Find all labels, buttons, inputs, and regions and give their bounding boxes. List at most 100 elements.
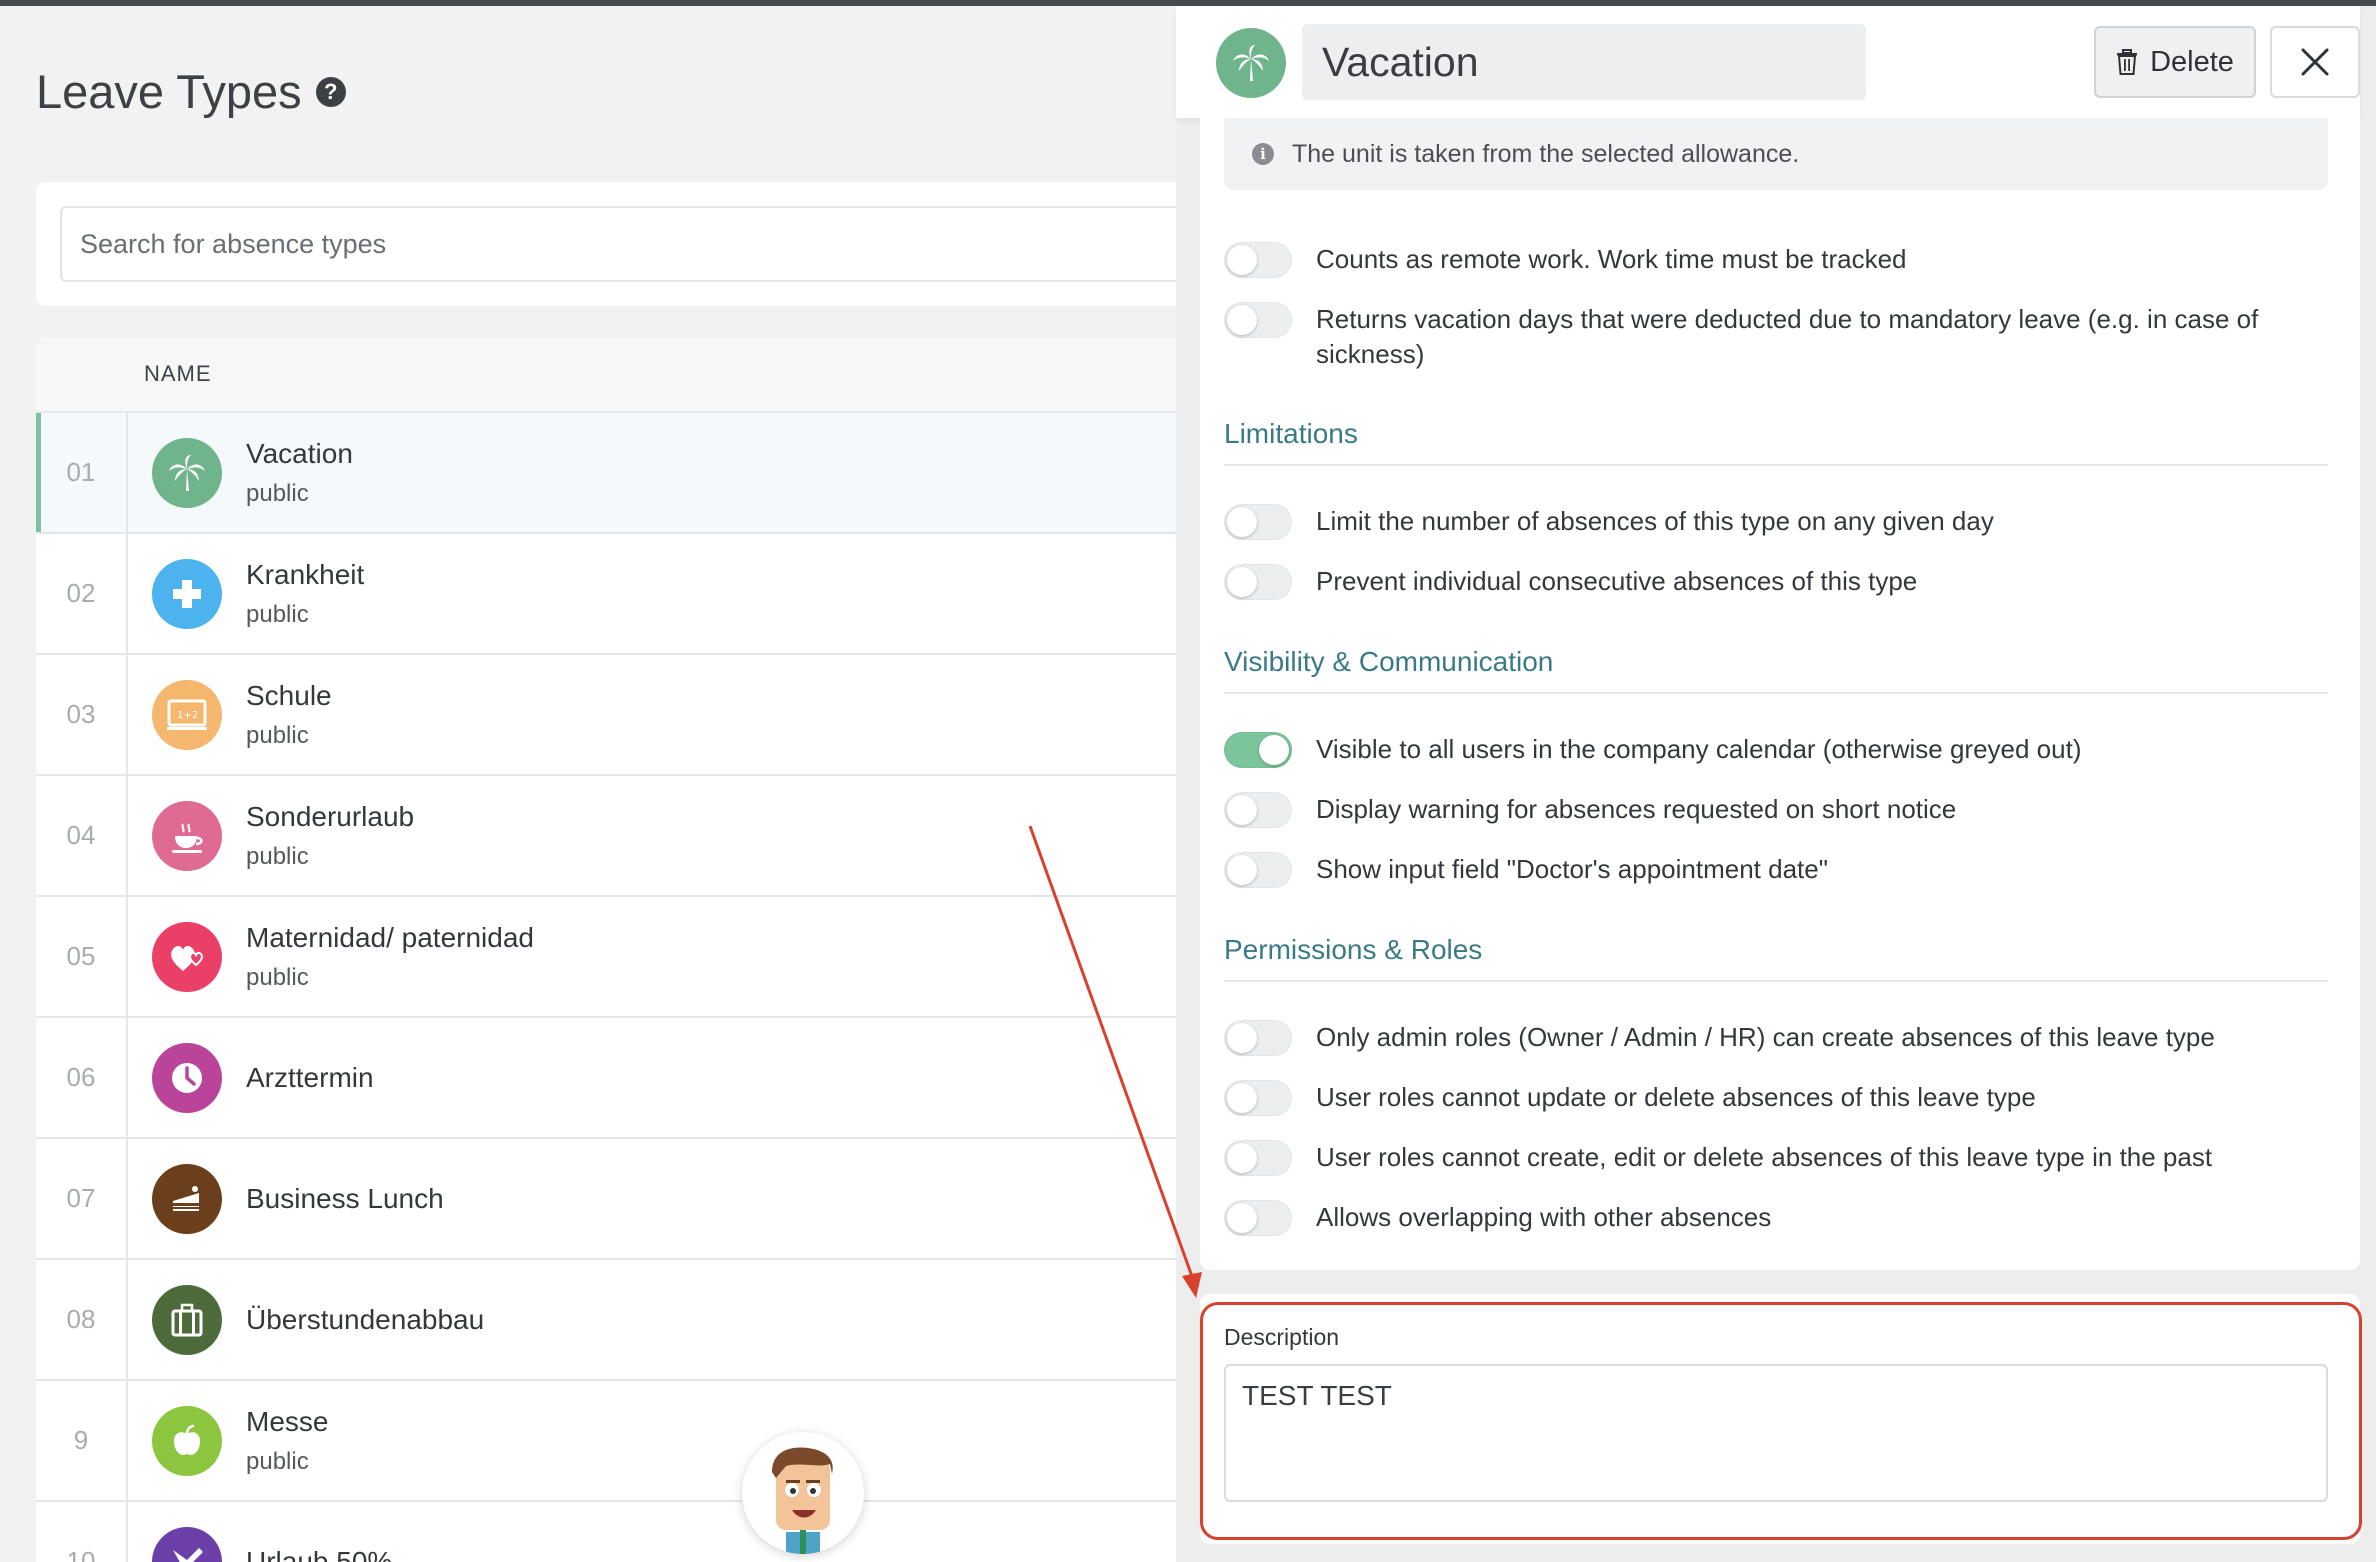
section-title-visibility: Visibility & Communication [1224,646,2328,694]
row-number: 04 [36,776,128,895]
section-title-limitations: Limitations [1224,418,2328,466]
doctor-appointment-toggle[interactable] [1224,852,1292,888]
leave-type-name-input[interactable] [1302,24,1866,100]
table-row[interactable]: 07 Business Lunch [36,1139,1236,1260]
setting-admin-only-create: Only admin roles (Owner / Admin / HR) ca… [1224,1020,2314,1056]
table-row[interactable]: 03 1+2 Schule public [36,655,1236,776]
school-board-icon: 1+2 [152,679,222,750]
row-name: Schule [246,679,332,711]
leave-type-drawer: Delete i The unit is taken from the sele… [1176,6,2376,1562]
row-name: Business Lunch [246,1182,444,1214]
search-input[interactable] [60,206,1260,282]
coffee-cup-icon [152,800,222,871]
user-cannot-update-toggle[interactable] [1224,1080,1292,1116]
row-visibility: public [246,721,309,749]
column-header-name[interactable]: NAME [144,361,212,387]
row-visibility: public [246,600,309,628]
row-visibility: public [246,1447,309,1475]
setting-label: User roles cannot create, edit or delete… [1316,1142,2213,1172]
hearts-icon [152,921,222,992]
plane-icon [152,1526,222,1562]
unit-info-text: The unit is taken from the selected allo… [1292,139,1800,168]
row-name: Maternidad/ paternidad [246,921,534,953]
setting-prevent-consecutive: Prevent individual consecutive absences … [1224,564,2314,600]
row-number: 01 [36,413,128,532]
row-number: 06 [36,1018,128,1137]
return-vacation-days-toggle[interactable] [1224,302,1292,338]
setting-short-notice-warning: Display warning for absences requested o… [1224,792,2314,828]
svg-text:1+2: 1+2 [177,710,198,721]
delete-button-label: Delete [2150,45,2234,78]
description-label: Description [1224,1324,1340,1350]
palm-tree-icon[interactable] [1216,28,1286,98]
setting-limit-absences: Limit the number of absences of this typ… [1224,504,2314,540]
apple-icon [152,1405,222,1476]
allow-overlapping-toggle[interactable] [1224,1200,1292,1236]
prevent-consecutive-toggle[interactable] [1224,564,1292,600]
table-row[interactable]: 05 Maternidad/ paternidad public [36,897,1236,1018]
suitcase-icon [152,1284,222,1355]
setting-return-vacation-days: Returns vacation days that were deducted… [1224,302,2314,372]
table-row[interactable]: 02 Krankheit public [36,534,1236,655]
unit-info-box: i The unit is taken from the selected al… [1224,118,2328,190]
medical-cross-icon [152,558,222,629]
row-name: Krankheit [246,558,365,590]
short-notice-warning-toggle[interactable] [1224,792,1292,828]
setting-label: Counts as remote work. Work time must be… [1316,244,1907,274]
description-card: Description TEST TEST [1200,1294,2360,1544]
setting-doctor-appointment-field: Show input field "Doctor's appointment d… [1224,852,2314,888]
setting-label: Show input field "Doctor's appointment d… [1316,854,1828,884]
page-title-text: Leave Types [36,65,302,118]
setting-label: Limit the number of absences of this typ… [1316,506,1994,536]
palm-tree-icon [152,437,222,508]
description-textarea[interactable]: TEST TEST [1224,1364,2328,1502]
support-chat-avatar[interactable] [742,1432,864,1554]
setting-label: Returns vacation days that were deducted… [1316,304,2259,369]
row-visibility: public [246,963,309,991]
setting-label: Prevent individual consecutive absences … [1316,566,1918,596]
table-row[interactable]: 9 Messe public [36,1381,1236,1502]
row-number: 03 [36,655,128,774]
setting-label: Only admin roles (Owner / Admin / HR) ca… [1316,1022,2215,1052]
admin-only-create-toggle[interactable] [1224,1020,1292,1056]
visible-to-all-toggle[interactable] [1224,732,1292,768]
table-row[interactable]: 04 Sonderurlaub public [36,776,1236,897]
setting-allow-overlapping: Allows overlapping with other absences [1224,1200,2314,1236]
row-visibility: public [246,479,309,507]
setting-visible-to-all: Visible to all users in the company cale… [1224,732,2314,768]
row-name: Urlaub 50% [246,1545,393,1562]
setting-user-cannot-update: User roles cannot update or delete absen… [1224,1080,2314,1116]
row-name: Überstundenabbau [246,1303,485,1335]
close-icon [2301,48,2329,76]
row-number: 05 [36,897,128,1016]
remote-work-toggle[interactable] [1224,242,1292,278]
row-number: 08 [36,1260,128,1379]
leave-types-table: NAME 01 Vacation public 02 Krankheit pub… [36,337,1236,1562]
setting-user-cannot-edit-past: User roles cannot create, edit or delete… [1224,1140,2314,1176]
row-number: 10 [36,1502,128,1562]
page-title: Leave Types ? [36,64,346,119]
table-row[interactable]: 01 Vacation public [36,413,1236,534]
limit-absences-toggle[interactable] [1224,504,1292,540]
row-visibility: public [246,842,309,870]
setting-label: User roles cannot update or delete absen… [1316,1082,2036,1112]
search-card [36,182,1260,306]
row-name: Arzttermin [246,1061,374,1093]
drawer-header: Delete [1176,6,2360,118]
row-number: 07 [36,1139,128,1258]
row-name: Sonderurlaub [246,800,415,832]
table-row[interactable]: 06 Arzttermin [36,1018,1236,1139]
info-icon: i [1252,143,1274,165]
table-row[interactable]: 08 Überstundenabbau [36,1260,1236,1381]
clock-icon [152,1042,222,1113]
section-title-permissions: Permissions & Roles [1224,934,2328,982]
delete-button[interactable]: Delete [2094,26,2256,98]
setting-remote-work: Counts as remote work. Work time must be… [1224,242,2314,278]
close-button[interactable] [2270,26,2360,98]
user-cannot-edit-past-toggle[interactable] [1224,1140,1292,1176]
table-row[interactable]: 10 Urlaub 50% [36,1502,1236,1562]
row-name: Vacation [246,437,353,469]
help-icon[interactable]: ? [315,76,346,107]
cake-icon [152,1163,222,1234]
setting-label: Allows overlapping with other absences [1316,1202,1772,1232]
